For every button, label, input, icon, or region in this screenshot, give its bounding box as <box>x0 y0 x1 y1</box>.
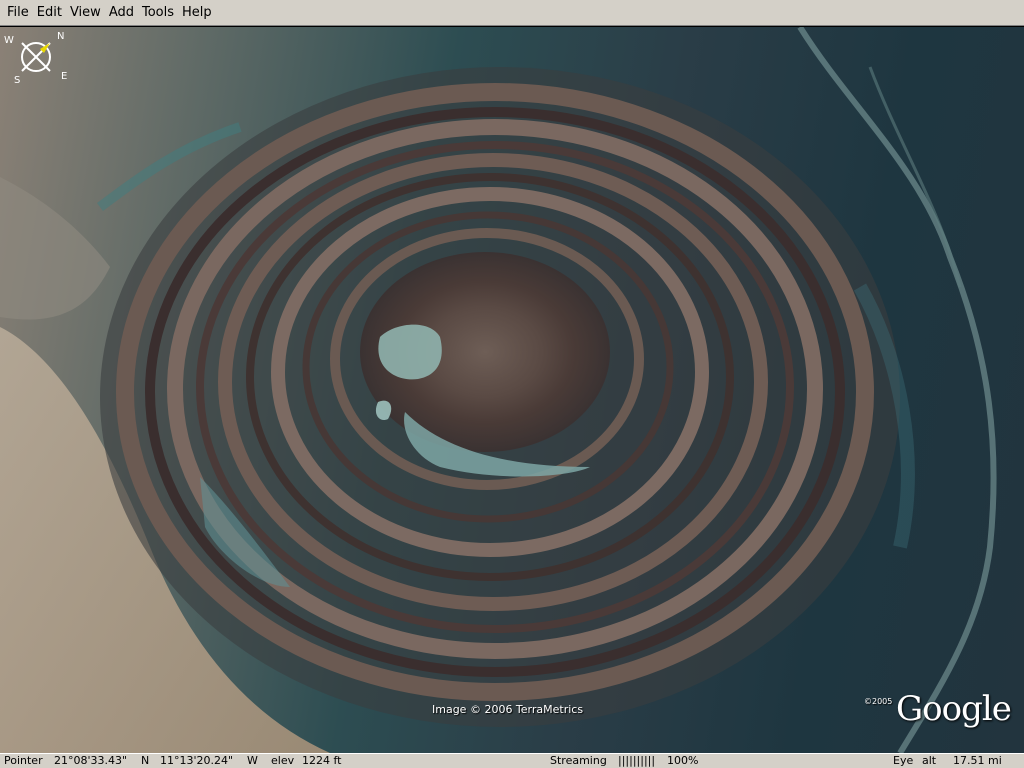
map-viewport[interactable]: N E S W Image © 2006 TerraMetrics ©2005 … <box>0 27 1024 753</box>
status-bar: Pointer 21°08'33.43" N 11°13'20.24" W el… <box>0 753 1024 768</box>
elevation-value: 1224 ft <box>302 754 342 767</box>
streaming-percent: 100% <box>667 754 699 767</box>
pointer-lat-hemisphere: N <box>141 754 150 767</box>
elevation-label: elev <box>271 754 295 767</box>
compass-n-label: N <box>57 31 64 42</box>
compass-rose[interactable]: N E S W <box>0 27 72 87</box>
copyright-year: ©2005 <box>864 697 893 706</box>
menu-view[interactable]: View <box>66 2 105 24</box>
compass-w-label: W <box>4 35 14 46</box>
menu-add[interactable]: Add <box>105 2 138 24</box>
imagery-attribution: Image © 2006 TerraMetrics <box>432 703 584 716</box>
google-logo: Google <box>896 689 1012 729</box>
pointer-label: Pointer <box>4 754 43 767</box>
compass-e-label: E <box>61 71 67 82</box>
menu-edit[interactable]: Edit <box>33 2 66 24</box>
streaming-progress: |||||||||| <box>618 754 656 767</box>
satellite-imagery <box>0 27 997 753</box>
menu-bar: File Edit View Add Tools Help <box>0 0 1024 26</box>
streaming-label: Streaming <box>550 754 607 767</box>
menu-tools[interactable]: Tools <box>138 2 178 24</box>
altitude-label: alt <box>922 754 937 767</box>
menu-help[interactable]: Help <box>178 2 216 24</box>
eye-label: Eye <box>893 754 914 767</box>
altitude-value: 17.51 mi <box>953 754 1002 767</box>
pointer-lon-hemisphere: W <box>247 754 258 767</box>
menu-file[interactable]: File <box>3 2 33 24</box>
pointer-longitude: 11°13'20.24" <box>160 754 234 767</box>
compass-s-label: S <box>14 75 20 86</box>
pointer-latitude: 21°08'33.43" <box>54 754 128 767</box>
